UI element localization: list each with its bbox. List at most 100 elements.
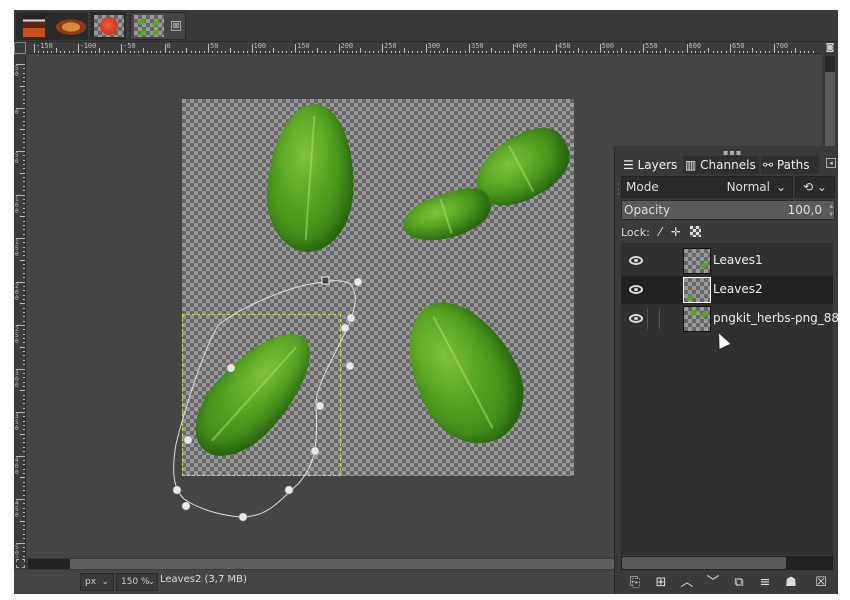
ruler-label: 350	[471, 42, 484, 50]
merge-down-icon[interactable]: ≡	[755, 574, 775, 592]
path-anchor[interactable]	[181, 501, 191, 511]
ruler-major-tick	[773, 44, 775, 53]
tab-layers[interactable]: ☰ Layers	[621, 156, 681, 174]
mode-value: Normal	[726, 180, 770, 194]
ruler-label: 350	[15, 413, 19, 432]
horizontal-scrollbar[interactable]	[28, 559, 618, 569]
layer-thumbnail	[683, 277, 711, 303]
composite-mode-button[interactable]: ⟲ ⌄	[795, 176, 835, 198]
layer-thumbnail	[683, 306, 711, 332]
chevron-down-icon: ⌄	[775, 180, 786, 194]
image-tab-pizza-poster[interactable]	[16, 12, 52, 40]
ruler-major-tick	[686, 44, 688, 53]
delete-layer-icon[interactable]: ☒	[811, 574, 831, 592]
status-message: Leaves2 (3,7 MB)	[160, 574, 247, 585]
tab-channels[interactable]: ▥ Channels	[683, 156, 759, 174]
lock-alpha-icon[interactable]	[690, 226, 702, 237]
zoom-selector[interactable]: 150 % ⌄	[116, 573, 158, 591]
dock-side-handle[interactable]: · · ·	[617, 181, 620, 199]
layers-icon: ☰	[623, 158, 634, 172]
ruler-label: 250	[384, 42, 397, 50]
basil-leaf-bottom-left	[177, 314, 331, 474]
layer-row-leaves2[interactable]: Leaves2	[621, 276, 833, 304]
eye-icon[interactable]	[629, 285, 643, 294]
ruler-major-tick	[512, 44, 514, 53]
scrollbar-thumb[interactable]	[70, 559, 618, 569]
chain-link-slot[interactable]	[647, 309, 648, 329]
vertical-ruler[interactable]: 50050100150200250300350400450500	[14, 54, 26, 558]
chain-link-slot[interactable]	[659, 309, 660, 329]
thumb-leaf	[699, 310, 709, 319]
layer-name[interactable]: Leaves1	[713, 253, 763, 267]
layer-name[interactable]: Leaves2	[713, 282, 763, 296]
ruler-label: 500	[15, 543, 19, 558]
spin-arrows-icon[interactable]: ▴ ▾	[829, 202, 833, 218]
ruler-label: 400	[514, 42, 528, 50]
lock-position-icon[interactable]: ✛	[671, 222, 681, 242]
opacity-slider[interactable]: Opacity 100,0 ▴ ▾	[621, 200, 835, 220]
ruler-major-tick	[34, 44, 35, 53]
ruler-major-tick	[643, 44, 644, 53]
ruler-label: 600	[688, 42, 702, 50]
duplicate-layer-icon[interactable]: ⧉	[729, 574, 749, 592]
image-tab-herbs[interactable]: ⊠	[130, 12, 186, 40]
opacity-label: Opacity	[624, 203, 671, 217]
navigate-icon[interactable]: ◙	[822, 42, 838, 54]
layer-row-pngkit-herbs[interactable]: pngkit_herbs-png_881	[621, 305, 838, 333]
lock-label: Lock:	[621, 226, 650, 239]
ruler-label: 100	[253, 42, 267, 50]
paths-icon: ⚯	[763, 158, 774, 172]
image-tab-tomato[interactable]	[90, 12, 126, 40]
new-layer-group-icon[interactable]: ⊞	[651, 574, 671, 592]
thumb-leaf	[138, 28, 148, 37]
ruler-label: 450	[558, 42, 571, 50]
layer-thumbnail	[683, 248, 711, 274]
layer-mode-select[interactable]: Mode Normal ⌄	[621, 176, 793, 198]
quick-mask-toggle-icon[interactable]	[16, 559, 25, 568]
tab-paths[interactable]: ⚯ Paths	[761, 156, 819, 174]
ruler-label: 200	[15, 282, 19, 302]
dock-menu-icon[interactable]: ◂	[826, 158, 836, 168]
layer-row-leaves1[interactable]: Leaves1	[621, 247, 833, 275]
ruler-major-tick	[164, 44, 166, 53]
image-layer-area[interactable]	[177, 99, 581, 476]
ruler-major-tick	[338, 44, 340, 53]
ruler-label: 50	[15, 152, 19, 165]
lock-row: Lock: ⁄ ✛	[621, 222, 702, 242]
mode-row: Mode Normal ⌄ ⟲ ⌄	[621, 176, 835, 198]
path-anchor[interactable]	[238, 512, 248, 522]
scrollbar-thumb[interactable]	[622, 557, 786, 569]
ruler-label: 300	[15, 369, 19, 389]
tomato-preview	[100, 17, 118, 35]
ruler-corner-menu-button[interactable]	[14, 42, 26, 54]
chevron-down-icon: ⌄	[147, 577, 155, 587]
eye-icon[interactable]	[629, 314, 643, 323]
image-thumbnail	[134, 15, 164, 37]
zoom-value: 150 %	[121, 577, 150, 587]
layer-list[interactable]: Leaves1 Leaves2 pngkit_herbs-png_881	[621, 243, 838, 555]
ruler-label: 650	[732, 42, 745, 50]
layer-list-scrollbar[interactable]	[621, 556, 833, 570]
path-anchor[interactable]	[284, 485, 294, 495]
thumb-leaf	[689, 308, 699, 317]
layer-name[interactable]: pngkit_herbs-png_881	[713, 311, 838, 325]
lower-layer-icon[interactable]: ﹀	[703, 574, 723, 592]
image-thumbnail	[56, 15, 86, 37]
lock-pixels-icon[interactable]: ⁄	[659, 222, 661, 242]
image-tab-pizza[interactable]	[52, 12, 88, 40]
ruler-label: 100	[15, 195, 19, 215]
unit-selector[interactable]: px ⌄	[80, 573, 114, 591]
ruler-label: 150	[297, 42, 310, 50]
unit-value: px	[85, 577, 97, 587]
ruler-major-tick	[425, 44, 427, 53]
mode-label: Mode	[626, 180, 659, 194]
thumb-leaf	[685, 293, 695, 302]
ruler-label: 50	[210, 42, 219, 50]
close-tab-icon[interactable]: ⊠	[171, 21, 181, 31]
new-layer-icon[interactable]: ⎘	[625, 574, 645, 592]
horizontal-ruler[interactable]: -150 -100 -50 0 50 100 150 200 250 300 350 400 450 50…	[26, 42, 822, 54]
eye-icon[interactable]	[629, 256, 643, 265]
layer-mask-icon[interactable]: ☗	[781, 574, 801, 592]
path-anchor[interactable]	[172, 485, 182, 495]
raise-layer-icon[interactable]: ︿	[677, 574, 697, 592]
